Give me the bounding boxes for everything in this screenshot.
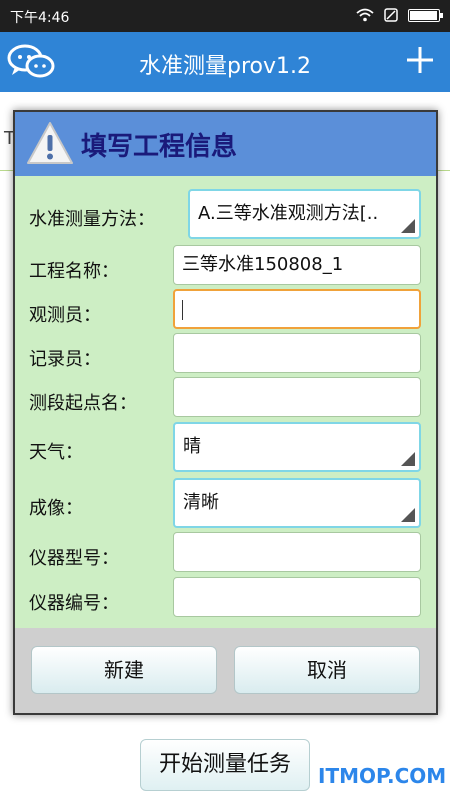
project-name-field[interactable]: 三等水准150808_1 [173,245,421,285]
cancel-button[interactable]: 取消 [234,646,420,694]
observer-field[interactable] [173,289,421,329]
project-name-label: 工程名称： [29,261,119,282]
start-measurement-button[interactable]: 开始测量任务 [140,739,310,791]
instrument-model-field[interactable] [173,532,421,572]
app-title: 水准测量prov1.2 [139,54,311,79]
plus-icon[interactable] [404,44,436,76]
imaging-label: 成像： [29,498,83,519]
dropdown-arrow-icon [401,219,415,233]
weather-label: 天气： [29,442,83,463]
instrument-number-label: 仪器编号： [29,593,119,614]
app-bar: 水准测量prov1.2 [0,32,450,92]
imaging-value: 清晰 [183,492,219,513]
weather-spinner[interactable]: 晴 [173,422,421,472]
status-icons [356,8,443,22]
status-bar: 下午4:46 [0,0,450,32]
weather-value: 晴 [183,436,201,457]
dialog-button-bar: 新建 取消 [15,628,436,713]
instrument-model-label: 仪器型号： [29,548,119,569]
start-point-field[interactable] [173,377,421,417]
start-point-label: 测段起点名： [29,393,137,414]
battery-icon [408,8,443,22]
recorder-label: 记录员： [29,349,101,370]
wifi-icon [356,8,374,22]
recorder-field[interactable] [173,333,421,373]
watermark-text: ITMOP.COM [318,764,447,788]
new-button[interactable]: 新建 [31,646,217,694]
status-time: 下午4:46 [10,10,70,26]
observer-label: 观测员： [29,305,101,326]
imaging-spinner[interactable]: 清晰 [173,478,421,528]
method-value: A.三等水准观测方法[.. [198,203,379,224]
dropdown-arrow-icon [401,508,415,522]
text-cursor [182,300,183,320]
dropdown-arrow-icon [401,452,415,466]
method-spinner[interactable]: A.三等水准观测方法[.. [188,189,421,239]
no-sim-icon [384,8,398,22]
project-name-value: 三等水准150808_1 [182,254,344,275]
method-label: 水准测量方法： [29,209,155,230]
instrument-number-field[interactable] [173,577,421,617]
dialog-header: 填写工程信息 [15,112,436,176]
dialog-title: 填写工程信息 [81,132,238,162]
warning-icon [27,122,73,164]
project-info-dialog: 填写工程信息 水准测量方法： A.三等水准观测方法[.. 工程名称： 三等水准1… [13,110,438,715]
